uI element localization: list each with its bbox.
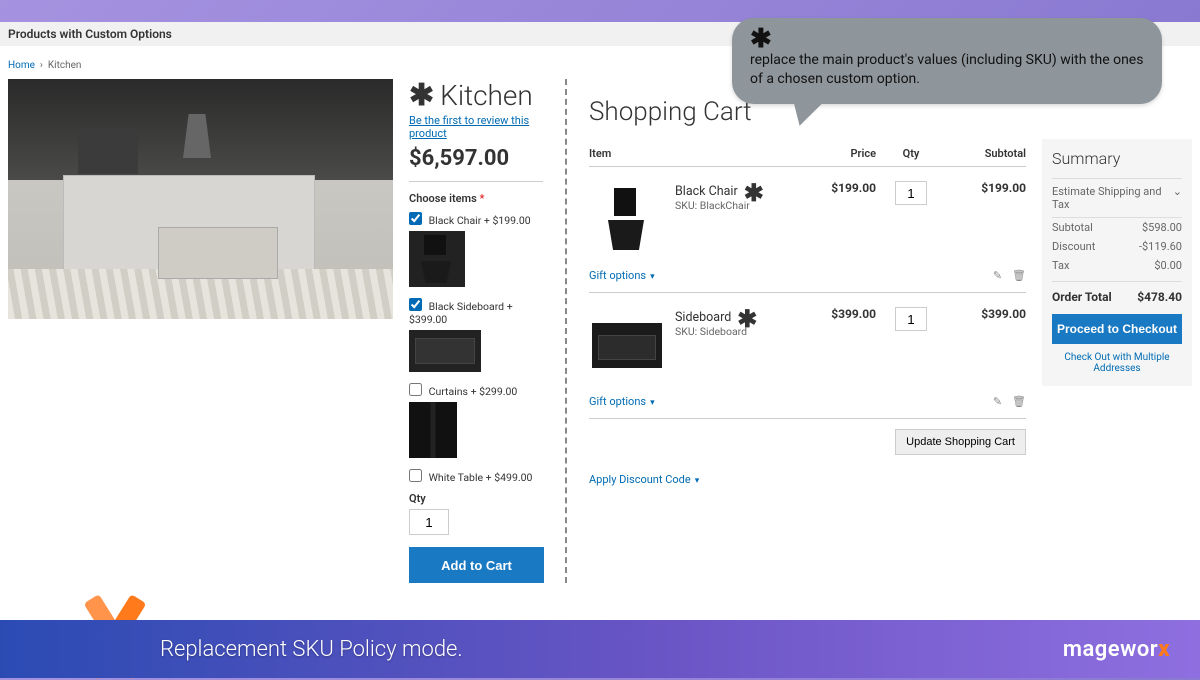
proceed-checkout-button[interactable]: Proceed to Checkout xyxy=(1052,314,1182,344)
breadcrumb-home[interactable]: Home xyxy=(8,60,35,71)
product-hero-image xyxy=(8,79,393,319)
option-white-table[interactable]: White Table + $499.00 xyxy=(409,468,543,484)
edit-icon[interactable]: ✎ xyxy=(993,269,1002,282)
estimate-shipping-toggle[interactable]: Estimate Shipping and Tax⌄ xyxy=(1052,178,1182,218)
option-curtains[interactable]: Curtains + $299.00 xyxy=(409,382,543,398)
options-label: Choose items * xyxy=(409,192,543,205)
option-checkbox[interactable] xyxy=(409,383,422,396)
option-black-sideboard[interactable]: Black Sideboard + $399.00 xyxy=(409,297,543,326)
update-cart-button[interactable]: Update Shopping Cart xyxy=(895,429,1026,455)
app-window: Products with Custom Options Home › Kitc… xyxy=(0,22,1200,622)
page-heading: Products with Custom Options xyxy=(8,27,172,41)
option-checkbox[interactable] xyxy=(409,469,422,482)
asterisk-icon: ✱ xyxy=(409,85,434,106)
annotation-callout: ✱ replace the main product's values (inc… xyxy=(732,18,1162,104)
option-swatch-chair[interactable] xyxy=(409,231,465,287)
product-title: ✱ Kitchen xyxy=(409,79,543,112)
brand-wordmark: mageworx xyxy=(1063,637,1170,662)
cart-item: Sideboard✱ SKU: Sideboard $399.00 $399.0… xyxy=(589,293,1026,389)
option-checkbox[interactable] xyxy=(409,212,422,225)
asterisk-icon: ✱ xyxy=(737,313,757,325)
qty-label: Qty xyxy=(409,492,543,505)
trash-icon[interactable]: 🗑 xyxy=(1012,395,1026,408)
review-link[interactable]: Be the first to review this product xyxy=(409,114,543,140)
trash-icon[interactable]: 🗑 xyxy=(1012,269,1026,282)
product-price: $6,597.00 xyxy=(409,146,543,171)
footer-caption: Replacement SKU Policy mode. xyxy=(160,637,463,662)
option-swatch-sideboard[interactable] xyxy=(409,330,481,372)
asterisk-icon: ✱ xyxy=(750,28,1144,51)
gift-options-link[interactable]: Gift options▾ xyxy=(589,269,655,282)
chevron-down-icon: ▾ xyxy=(650,272,655,282)
edit-icon[interactable]: ✎ xyxy=(993,395,1002,408)
summary-panel: Summary Estimate Shipping and Tax⌄ Subto… xyxy=(1042,139,1192,386)
apply-discount-link[interactable]: Apply Discount Code▾ xyxy=(589,473,699,486)
cart-item-thumb[interactable] xyxy=(589,307,665,383)
option-black-chair[interactable]: Black Chair + $199.00 xyxy=(409,211,543,227)
option-checkbox[interactable] xyxy=(409,298,422,311)
multi-address-link[interactable]: Check Out with Multiple Addresses xyxy=(1052,352,1182,374)
section-divider xyxy=(565,79,567,583)
chevron-down-icon: ▾ xyxy=(650,398,655,408)
cart-item-thumb[interactable] xyxy=(589,181,665,257)
option-swatch-curtains[interactable] xyxy=(409,402,457,458)
cart-qty-input[interactable] xyxy=(895,181,927,205)
cart-item: Black Chair✱ SKU: BlackChair $199.00 $19… xyxy=(589,167,1026,263)
gift-options-link[interactable]: Gift options▾ xyxy=(589,395,655,408)
qty-input[interactable] xyxy=(409,509,449,535)
summary-title: Summary xyxy=(1052,149,1182,168)
breadcrumb-current: Kitchen xyxy=(48,60,82,71)
cart-header-row: Item Price Qty Subtotal xyxy=(589,141,1026,167)
footer-banner: Replacement SKU Policy mode. mageworx xyxy=(0,620,1200,678)
chevron-down-icon: ▾ xyxy=(695,476,700,486)
chevron-down-icon: ⌄ xyxy=(1173,185,1182,211)
add-to-cart-button[interactable]: Add to Cart xyxy=(409,547,544,583)
asterisk-icon: ✱ xyxy=(744,187,764,199)
cart-qty-input[interactable] xyxy=(895,307,927,331)
